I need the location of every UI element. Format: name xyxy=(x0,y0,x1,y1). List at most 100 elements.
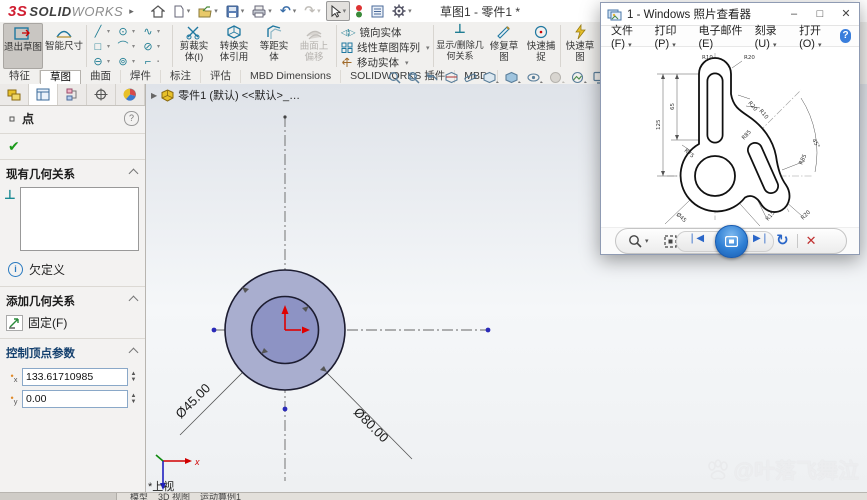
photo-viewer-app-icon xyxy=(607,9,622,20)
select-cursor-icon[interactable]: ▾ xyxy=(325,1,351,21)
fillet-tool-icon[interactable]: ⌐ xyxy=(140,55,156,69)
viewer-help-icon[interactable]: ? xyxy=(840,29,851,43)
measure-icon[interactable] xyxy=(464,71,477,84)
photo-viewer-window[interactable]: 1 - Windows 照片查看器 – □ ✕ 文件(F) ▾ 打印(P) ▾ … xyxy=(600,2,860,258)
mirror-entities-button[interactable]: ◁¦▷ 镜向实体 xyxy=(341,25,402,40)
tab-property-manager[interactable] xyxy=(29,84,58,105)
tab-weldments[interactable]: 焊件 xyxy=(121,70,161,83)
dimension-inner-label[interactable]: Ø45.00 xyxy=(172,380,213,421)
line-tool-icon[interactable]: ╱ xyxy=(90,25,106,39)
print-icon[interactable]: ▾ xyxy=(249,2,275,20)
tab-evaluate[interactable]: 评估 xyxy=(201,70,241,83)
fix-relation-row[interactable]: 固定(F) xyxy=(0,312,145,336)
relations-listbox[interactable] xyxy=(20,187,139,251)
menu-email[interactable]: 电子邮件(E) xyxy=(694,22,748,50)
polygon-tool-icon[interactable]: ⊚ xyxy=(115,55,131,69)
save-icon[interactable]: ▾ xyxy=(223,2,248,20)
task-pane-icon[interactable] xyxy=(368,2,387,20)
sketch-point[interactable] xyxy=(485,327,491,333)
menu-file[interactable]: 文件(F) ▾ xyxy=(607,22,649,50)
control-vertex-header[interactable]: 控制顶点参数 xyxy=(0,341,145,364)
x-coordinate-input[interactable]: 133.61710985 xyxy=(22,368,128,386)
home-icon[interactable] xyxy=(148,2,168,20)
convert-entities-button[interactable]: 转换实体引用 xyxy=(216,23,252,67)
ellipse-tool-icon[interactable]: ⊘ xyxy=(140,40,156,54)
display-delete-relations-button[interactable]: ⊥ 显示/删除几何关系 xyxy=(436,22,484,67)
sketch-point[interactable] xyxy=(282,406,288,412)
drawing-dimension-label: R85 xyxy=(798,153,808,166)
rapid-sketch-button[interactable]: 快速草图 xyxy=(563,23,597,67)
rectangle-tool-icon[interactable]: □ xyxy=(90,40,106,54)
tab-display-manager[interactable] xyxy=(116,84,145,105)
tab-mbd-dimensions[interactable]: MBD Dimensions xyxy=(241,70,342,83)
redo-icon[interactable]: ↷ ▾ xyxy=(301,2,323,20)
existing-relations-body: ⊥ xyxy=(0,185,145,255)
view-orientation-icon[interactable] xyxy=(483,71,499,84)
add-relations-header[interactable]: 添加几何关系 xyxy=(0,289,145,312)
tab-sketch[interactable]: 草图 xyxy=(40,70,81,85)
delete-image-button[interactable]: ✕ xyxy=(806,233,817,249)
offset-entities-button[interactable]: 等距实体 xyxy=(256,23,292,67)
move-entities-button[interactable]: 移动实体 ▾ xyxy=(341,55,409,70)
menu-flyout-arrow[interactable]: ▸ xyxy=(129,6,134,17)
slot-tool-icon[interactable]: ⊖ xyxy=(90,55,106,69)
x-spinner[interactable]: ▲ ▼ xyxy=(128,368,139,386)
y-spinner[interactable]: ▲ ▼ xyxy=(128,390,139,408)
tab-motion-study[interactable]: 运动算例1 xyxy=(200,493,241,500)
document-title: 草图1 - 零件1 * xyxy=(439,5,521,19)
dimension-outer-label[interactable]: Ø80.00 xyxy=(351,404,392,445)
existing-relations-header[interactable]: 现有几何关系 xyxy=(0,162,145,185)
linear-pattern-button[interactable]: 线性草图阵列 ▾ xyxy=(341,40,430,55)
spline-tool-icon[interactable]: ∿ xyxy=(140,25,156,39)
next-image-button[interactable]: ▶❘ xyxy=(753,233,769,244)
menu-open[interactable]: 打开(O) ▾ xyxy=(795,22,838,50)
repair-sketch-button[interactable]: 修复草图 xyxy=(487,23,521,67)
display-style-icon[interactable] xyxy=(505,71,521,84)
tab-3d-views[interactable]: 3D 视图 xyxy=(158,493,190,500)
tab-features[interactable]: 特征 xyxy=(0,70,40,83)
sketch-point[interactable] xyxy=(211,327,217,333)
view-orientation-label: *上视 xyxy=(148,479,174,492)
logo-mark: 3S xyxy=(8,2,28,20)
edit-appearance-icon[interactable] xyxy=(549,71,565,84)
y-coordinate-input[interactable]: 0.00 xyxy=(22,390,128,408)
exit-sketch-button[interactable]: 退出草图 xyxy=(3,23,43,69)
play-slideshow-button[interactable] xyxy=(715,225,748,258)
arc-tool-icon[interactable]: ⌒ xyxy=(115,40,131,54)
ok-check-button[interactable]: ✔ xyxy=(8,138,20,154)
help-icon[interactable]: ? xyxy=(124,111,139,126)
section-view-icon[interactable] xyxy=(445,71,458,84)
zoom-area-icon[interactable] xyxy=(407,71,420,84)
point-tool-icon[interactable]: ▪ xyxy=(157,59,164,65)
tab-dimxpert[interactable] xyxy=(87,84,116,105)
tab-configurations[interactable] xyxy=(58,84,87,105)
photo-content[interactable]: R10R2065125R20R10R8545°R85R75Ø45Ø80R15R2… xyxy=(601,47,859,228)
apply-scene-icon[interactable] xyxy=(571,71,587,84)
hide-show-items-icon[interactable] xyxy=(527,71,543,84)
sketch-point[interactable] xyxy=(283,115,287,119)
drawing-dimension-label: R20 xyxy=(746,100,758,113)
tab-model[interactable]: 模型 xyxy=(130,493,148,500)
quick-snaps-button[interactable]: 快速捕捉 xyxy=(524,23,558,67)
drawing-dimension-label: 65 xyxy=(670,103,676,110)
offset-on-surface-button[interactable]: 曲面上偏移 xyxy=(296,23,332,67)
tab-markup[interactable]: 标注 xyxy=(161,70,201,83)
undo-icon[interactable]: ↶ ▾ xyxy=(277,2,299,20)
trim-entities-button[interactable]: 剪裁实体(I) xyxy=(176,23,212,67)
circle-tool-icon[interactable]: ⊙ xyxy=(115,25,131,39)
new-file-icon[interactable]: ▾ xyxy=(170,2,194,20)
menu-print[interactable]: 打印(P) ▾ xyxy=(651,22,693,50)
smart-dimension-button[interactable]: 智能尺寸 xyxy=(45,23,83,67)
menu-burn[interactable]: 刻录(U) ▾ xyxy=(751,22,793,50)
rotate-cw-button[interactable]: ↻ xyxy=(776,230,789,252)
selection-filter-icon[interactable] xyxy=(352,2,366,20)
tab-surfaces[interactable]: 曲面 xyxy=(81,70,121,83)
zoom-fit-icon[interactable] xyxy=(388,71,401,84)
previous-image-button[interactable]: ❘◀ xyxy=(688,233,704,244)
panel-h-scrollbar[interactable] xyxy=(0,493,117,500)
viewer-zoom-icon[interactable] xyxy=(628,234,643,249)
y-coordinate-icon: •y xyxy=(10,392,18,406)
tab-feature-tree[interactable] xyxy=(0,84,29,105)
previous-view-icon[interactable] xyxy=(426,71,439,83)
open-file-icon[interactable]: ▾ xyxy=(195,2,221,20)
